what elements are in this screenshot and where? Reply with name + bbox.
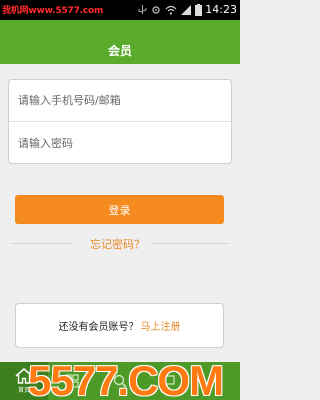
category-icon — [65, 374, 79, 388]
login-card — [8, 79, 232, 164]
divider-left — [12, 243, 72, 244]
account-input[interactable] — [18, 94, 218, 107]
tab-home-label: 首页 — [17, 387, 30, 394]
chat-icon — [161, 375, 175, 389]
password-input[interactable] — [18, 136, 218, 150]
site-label: 我机网 — [2, 6, 29, 16]
tab-more[interactable] — [192, 362, 240, 400]
forgot-password-link[interactable]: 忘记密码？ — [90, 236, 145, 252]
divider-right — [152, 243, 228, 244]
search-icon — [113, 374, 127, 388]
status-bar: 我机网www.5577.com 14:23 — [0, 0, 240, 20]
home-icon — [15, 368, 33, 384]
signal-icon — [181, 5, 191, 15]
register-box: 还没有会员账号？ 马上注册 — [15, 303, 224, 348]
settings-icon — [152, 6, 160, 14]
register-link[interactable]: 马上注册 — [141, 318, 181, 333]
tab-chat[interactable] — [144, 362, 192, 400]
page-title: 会员 — [107, 43, 132, 58]
battery-icon — [195, 4, 202, 16]
usb-icon — [138, 5, 147, 14]
more-icon — [209, 379, 223, 383]
status-icons — [138, 3, 202, 17]
tab-search[interactable] — [96, 362, 144, 400]
site-watermark: 我机网www.5577.com — [2, 3, 103, 16]
account-field[interactable] — [9, 80, 231, 122]
header: 会员 — [0, 20, 240, 64]
tab-home[interactable]: 首页 — [0, 362, 48, 400]
register-prompt: 还没有会员账号？ — [58, 322, 139, 333]
clock: 14:23 — [205, 3, 237, 16]
password-field[interactable] — [9, 122, 231, 164]
wifi-icon — [165, 5, 177, 15]
tab-category[interactable] — [48, 362, 96, 400]
tab-bar: 首页 — [0, 362, 240, 400]
login-button[interactable]: 登录 — [15, 195, 224, 224]
site-url: www.5577.com — [28, 6, 104, 16]
